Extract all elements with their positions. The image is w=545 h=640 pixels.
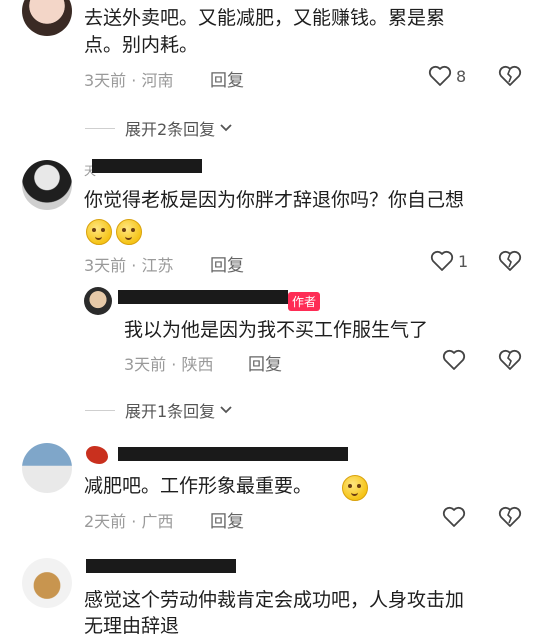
author-badge: 作者 xyxy=(288,292,321,311)
heart-icon[interactable] xyxy=(430,250,454,272)
smiley-emoji-icon xyxy=(342,475,368,501)
expand-replies[interactable]: 展开1条回复 xyxy=(85,398,233,422)
divider-line xyxy=(85,409,115,411)
comment-text: 点。别内耗。 xyxy=(84,34,199,56)
comment-text: 感觉这个劳动仲裁肯定会成功吧，人身攻击加 xyxy=(84,589,465,611)
reply-text: 我以为他是因为我不买工作服生气了 xyxy=(124,319,429,341)
comment-text: 无理由辞退 xyxy=(84,615,180,637)
chevron-down-icon xyxy=(220,406,232,414)
broken-heart-icon[interactable] xyxy=(498,250,522,272)
divider-line xyxy=(85,127,115,129)
expand-replies-label: 展开2条回复 xyxy=(125,120,216,139)
expand-replies-label: 展开1条回复 xyxy=(125,402,216,421)
comment-text: 你觉得老板是因为你胖才辞退你吗？你自己想 xyxy=(84,189,465,211)
reply-button[interactable]: 回复 xyxy=(210,66,244,91)
avatar[interactable] xyxy=(22,558,72,608)
avatar[interactable] xyxy=(22,443,72,493)
like-count: 1 xyxy=(458,252,469,271)
broken-heart-icon[interactable] xyxy=(498,506,522,528)
redacted-username xyxy=(118,447,348,461)
redacted-username xyxy=(86,559,236,573)
smiley-emoji-icon xyxy=(116,219,142,245)
broken-heart-icon[interactable] xyxy=(498,349,522,371)
chevron-down-icon xyxy=(220,124,232,132)
avatar[interactable] xyxy=(22,0,72,36)
reply-meta: 3天前 · 陕西 xyxy=(124,355,214,374)
reply-button[interactable]: 回复 xyxy=(248,350,282,375)
comment-meta: 3天前 · 江苏 xyxy=(84,256,174,275)
avatar[interactable] xyxy=(84,287,112,315)
heart-icon[interactable] xyxy=(442,349,466,371)
avatar[interactable] xyxy=(22,160,72,210)
decorative-sticker-icon xyxy=(86,446,108,464)
redacted-username xyxy=(118,290,288,304)
smiley-emoji-icon xyxy=(86,219,112,245)
comment-text: 去送外卖吧。又能减肥，又能赚钱。累是累 xyxy=(84,7,446,29)
reply-button[interactable]: 回复 xyxy=(210,507,244,532)
redacted-username xyxy=(92,159,202,173)
heart-icon[interactable] xyxy=(428,65,452,87)
comment-meta: 2天前 · 广西 xyxy=(84,512,174,531)
comment-text: 减肥吧。工作形象最重要。 xyxy=(84,475,313,497)
broken-heart-icon[interactable] xyxy=(498,65,522,87)
like-count: 8 xyxy=(456,67,467,86)
expand-replies[interactable]: 展开2条回复 xyxy=(85,116,233,140)
reply-button[interactable]: 回复 xyxy=(210,251,244,276)
comment-meta: 3天前 · 河南 xyxy=(84,71,174,90)
heart-icon[interactable] xyxy=(442,506,466,528)
emoji-row xyxy=(86,219,146,245)
